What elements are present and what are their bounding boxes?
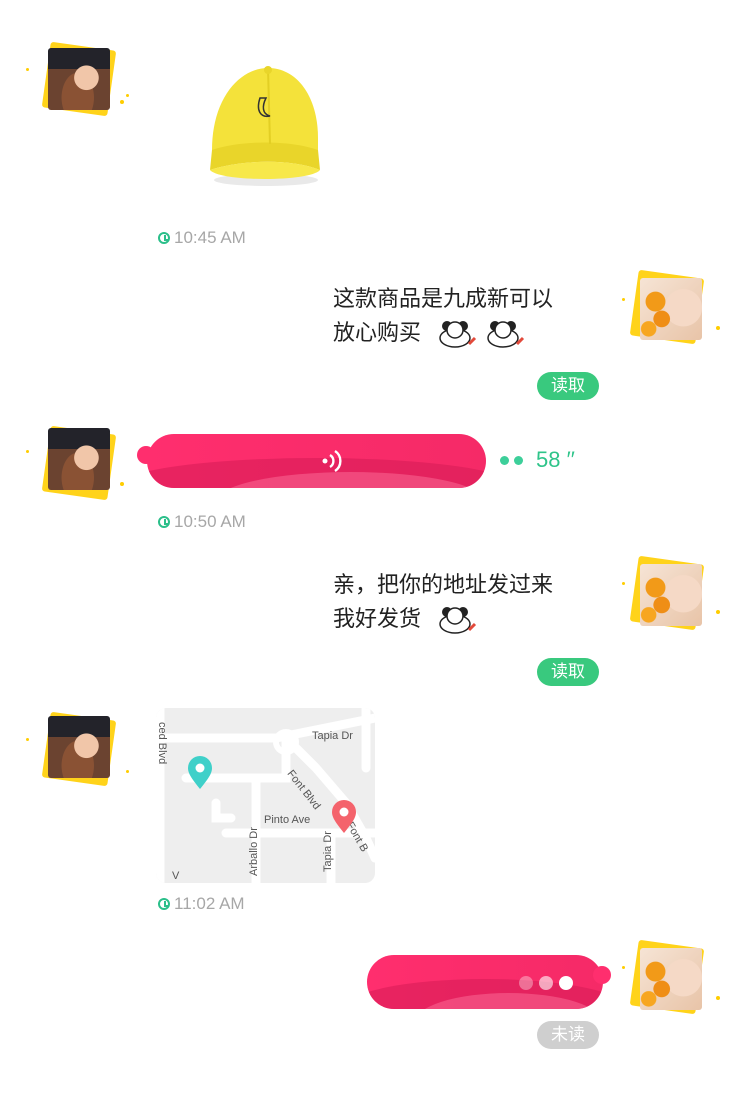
- timestamp-text: 11:02 AM: [174, 894, 245, 913]
- timestamp-text: 10:45 AM: [174, 228, 246, 247]
- read-status-badge: 读取: [537, 658, 599, 686]
- voice-message-bubble[interactable]: [147, 434, 486, 488]
- message-line-2: 我好发货: [333, 606, 422, 631]
- voice-bubble-tail: [593, 966, 611, 984]
- map-street-label: Tapia Dr: [322, 831, 334, 872]
- avatar-photo: [48, 716, 110, 778]
- product-image-message[interactable]: [200, 58, 330, 188]
- message-line-2: 放心购买: [333, 320, 422, 345]
- avatar-other-user[interactable]: [26, 708, 136, 794]
- timestamp: 11:02 AM: [158, 894, 245, 914]
- destination-pin-icon: [332, 800, 356, 833]
- voice-duration: 58 ′′: [500, 447, 575, 473]
- avatar-photo: [640, 278, 702, 340]
- location-map-message[interactable]: ced Blvd Tapia Dr Font Blvd Pinto Ave Ar…: [156, 708, 375, 883]
- clock-icon: [158, 232, 170, 244]
- loading-dot-icon: [559, 976, 573, 990]
- panda-emoji-icon: [483, 318, 525, 348]
- yellow-cap-image: [210, 66, 320, 186]
- unplayed-dot-icon: [500, 455, 509, 465]
- voice-play-icon: [322, 450, 342, 472]
- panda-emoji-icon: [435, 604, 477, 634]
- loading-dot-icon: [519, 976, 533, 990]
- avatar-photo: [48, 428, 110, 490]
- avatar-other-user[interactable]: [26, 422, 136, 508]
- avatar-self[interactable]: [622, 552, 724, 638]
- avatar-photo: [48, 48, 110, 110]
- timestamp-text: 10:50 AM: [174, 512, 246, 531]
- read-status-badge: 读取: [537, 372, 599, 400]
- clock-icon: [158, 898, 170, 910]
- map-street-label: ced Blvd: [156, 722, 168, 765]
- unread-status-badge: 未读: [537, 1021, 599, 1049]
- map-street-label: V: [172, 870, 180, 882]
- avatar-photo: [640, 564, 702, 626]
- map-street-label: Tapia Dr: [312, 730, 353, 742]
- panda-emoji-icon: [435, 318, 477, 348]
- outgoing-text-message[interactable]: 亲，把你的地址发过来 我好发货: [333, 568, 603, 636]
- avatar-other-user[interactable]: [26, 38, 136, 124]
- map-street-label: Arballo Dr: [248, 827, 260, 876]
- outgoing-text-message[interactable]: 这款商品是九成新可以 放心购买: [333, 282, 603, 350]
- timestamp: 10:50 AM: [158, 512, 246, 532]
- avatar-self[interactable]: [622, 936, 724, 1022]
- clock-icon: [158, 516, 170, 528]
- unplayed-dot-icon: [514, 455, 523, 465]
- avatar-photo: [640, 948, 702, 1010]
- voice-duration-text: 58 ′′: [536, 447, 575, 472]
- origin-pin-icon: [188, 756, 212, 789]
- voice-message-bubble[interactable]: [367, 955, 603, 1009]
- timestamp: 10:45 AM: [158, 228, 246, 248]
- avatar-self[interactable]: [622, 266, 724, 352]
- message-line-1: 这款商品是九成新可以: [333, 286, 554, 311]
- loading-dot-icon: [539, 976, 553, 990]
- map-street-label: Pinto Ave: [264, 814, 311, 826]
- message-line-1: 亲，把你的地址发过来: [333, 572, 554, 597]
